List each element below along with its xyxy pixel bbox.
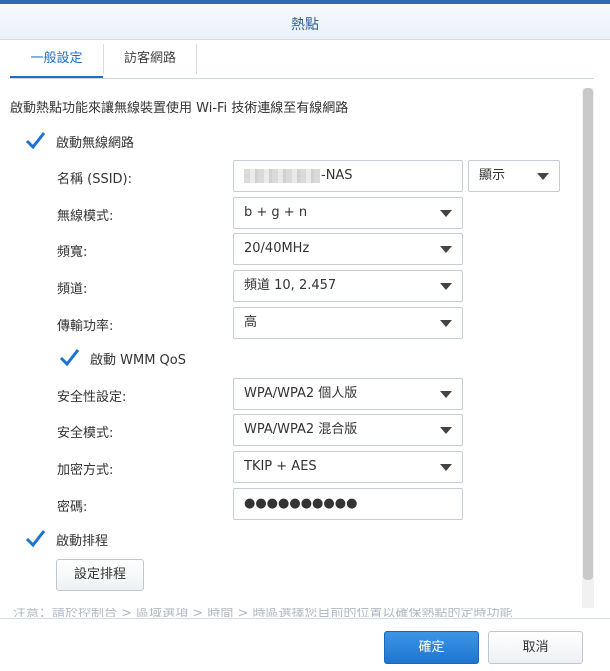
ssid-value: -NAS (321, 168, 353, 183)
enable-wireless-checkbox[interactable] (24, 130, 46, 152)
wireless-mode-label: 無線模式: (57, 209, 114, 224)
encryption-label: 加密方式: (57, 463, 114, 478)
channel-value: 頻道 10, 2.457 (244, 278, 337, 293)
channel-select[interactable]: 頻道 10, 2.457 (233, 270, 463, 302)
enable-wireless-row: 啟動無線網路 (24, 130, 134, 152)
ok-button[interactable]: 確定 (384, 631, 479, 664)
tx-power-label: 傳輸功率: (57, 319, 114, 334)
wireless-mode-select[interactable]: b + g + n (233, 197, 463, 229)
ssid-input[interactable]: -NAS (233, 160, 463, 192)
encryption-value: TKIP + AES (244, 459, 317, 474)
chevron-down-icon (440, 210, 452, 217)
wireless-mode-value: b + g + n (244, 205, 308, 220)
password-label: 密碼: (57, 500, 88, 515)
enable-wireless-label: 啟動無線網路 (56, 135, 135, 151)
tab-general-settings[interactable]: 一般設定 (10, 44, 103, 78)
chevron-down-icon (440, 320, 452, 327)
security-level-select[interactable]: WPA/WPA2 個人版 (233, 378, 463, 410)
timezone-note-text: 注意：請於控制台 > 區域選項 > 時間 > 時區選擇您目前的位置以確保熱點的定… (13, 608, 513, 617)
scrollbar-thumb[interactable] (583, 88, 593, 580)
window-title: 熱點 (291, 17, 319, 33)
tx-power-select[interactable]: 高 (233, 307, 463, 339)
security-level-value: WPA/WPA2 個人版 (244, 386, 358, 401)
encryption-select[interactable]: TKIP + AES (233, 451, 463, 483)
enable-schedule-checkbox[interactable] (24, 528, 46, 550)
password-value: ●●●●●●●●●● (244, 496, 358, 511)
tx-power-value: 高 (244, 315, 258, 330)
chevron-down-icon (440, 246, 452, 253)
ssid-visibility-select[interactable]: 顯示 (468, 160, 560, 192)
password-input[interactable]: ●●●●●●●●●● (233, 488, 463, 520)
bandwidth-value: 20/40MHz (244, 241, 310, 256)
bandwidth-select[interactable]: 20/40MHz (233, 233, 463, 265)
chevron-down-icon (440, 427, 452, 434)
chevron-down-icon (537, 173, 549, 180)
checkmark-icon (25, 132, 46, 150)
bandwidth-label: 頻寬: (57, 245, 88, 260)
channel-label: 頻道: (57, 282, 88, 297)
chevron-down-icon (440, 283, 452, 290)
settings-panel: 啟動熱點功能來讓無線裝置使用 Wi-Fi 技術連線至有線網路 啟動無線網路 名稱… (10, 80, 581, 617)
enable-schedule-label: 啟動排程 (56, 533, 109, 549)
enable-wmm-checkbox[interactable] (58, 347, 80, 369)
enable-schedule-row: 啟動排程 (24, 528, 108, 550)
ssid-visibility-value: 顯示 (479, 168, 506, 183)
enable-wmm-row: 啟動 WMM QoS (58, 347, 186, 369)
security-mode-label: 安全模式: (57, 426, 114, 441)
ssid-label: 名稱 (SSID): (57, 172, 133, 187)
enable-wmm-label: 啟動 WMM QoS (90, 352, 186, 368)
security-mode-select[interactable]: WPA/WPA2 混合版 (233, 414, 463, 446)
intro-text: 啟動熱點功能來讓無線裝置使用 Wi-Fi 技術連線至有線網路 (10, 101, 349, 116)
tab-divider (196, 44, 197, 74)
ssid-redacted-mask (244, 168, 320, 183)
timezone-note: 注意：請於控制台 > 區域選項 > 時間 > 時區選擇您目前的位置以確保熱點的定… (13, 608, 573, 617)
cancel-button[interactable]: 取消 (488, 631, 583, 664)
set-schedule-button[interactable]: 設定排程 (56, 559, 144, 591)
security-mode-value: WPA/WPA2 混合版 (244, 422, 358, 437)
tab-guest-network[interactable]: 訪客網路 (104, 44, 196, 78)
tab-bar: 一般設定 訪客網路 (10, 44, 594, 79)
security-level-label: 安全性設定: (57, 390, 127, 405)
title-bar: 熱點 (0, 4, 610, 40)
chevron-down-icon (440, 464, 452, 471)
chevron-down-icon (440, 391, 452, 398)
checkmark-icon (25, 530, 46, 548)
checkmark-icon (59, 349, 80, 367)
